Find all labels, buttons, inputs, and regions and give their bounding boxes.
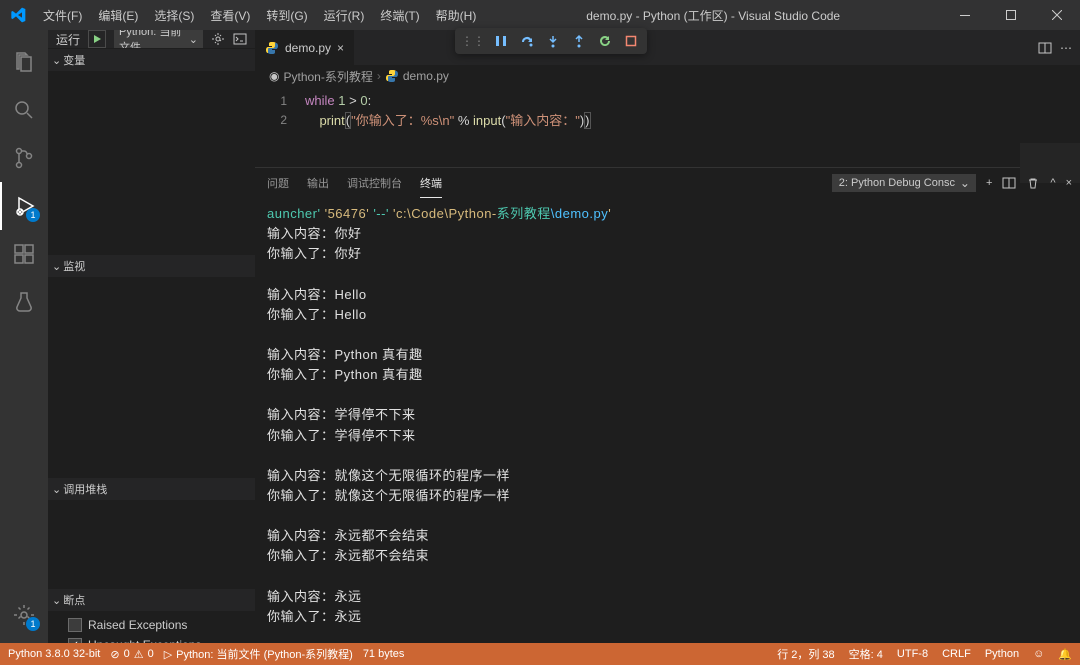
editor-tabs: demo.py × ⋯ [255,30,1080,65]
vscode-logo [0,0,35,30]
stop-button[interactable] [619,29,643,53]
pause-button[interactable] [489,29,513,53]
eol[interactable]: CRLF [942,646,971,662]
file-size[interactable]: 71 bytes [363,648,405,660]
extensions-icon[interactable] [0,230,48,278]
kill-terminal-icon[interactable] [1026,176,1040,190]
problems[interactable]: ⊘ 0 ⚠ 0 [110,648,153,661]
breakpoint-label: Raised Exceptions [88,618,187,632]
tab-close-icon[interactable]: × [337,41,344,55]
breakpoint-row[interactable]: Raised Exceptions [48,615,255,635]
callstack-section[interactable]: ⌄调用堆栈 [48,478,255,500]
editor-tab[interactable]: demo.py × [255,30,354,65]
menu-item[interactable]: 查看(V) [202,0,258,30]
debug-toolbar[interactable]: ⋮⋮ [455,28,647,54]
menu-item[interactable]: 运行(R) [316,0,373,30]
feedback-icon[interactable]: ☺ [1033,646,1044,662]
watch-section[interactable]: ⌄监视 [48,255,255,277]
window-controls [942,0,1080,30]
editor-area: demo.py × ⋯ ◉ Python-系列教程 › demo.py 1whi… [255,30,1080,643]
gear-icon[interactable] [211,32,225,46]
debug-console-icon[interactable] [233,32,247,46]
badge: 1 [26,617,40,631]
new-terminal-icon[interactable]: + [986,177,992,189]
menu-item[interactable]: 文件(F) [35,0,90,30]
variables-section[interactable]: ⌄变量 [48,49,255,71]
python-file-icon [385,69,399,83]
explorer-icon[interactable] [0,38,48,86]
chevron-right-icon: › [377,69,381,83]
python-file-icon [265,41,279,55]
run-debug-icon[interactable]: 1 [0,182,48,230]
menu-item[interactable]: 帮助(H) [428,0,485,30]
debug-config[interactable]: ▷ Python: 当前文件 (Python-系列教程) [164,646,353,662]
terminal[interactable]: auncher' '56476' '--' 'c:\Code\Python-系列… [255,198,1080,643]
panel-tabs: 问题输出调试控制台终端 2: Python Debug Consc + ^ × [255,168,1080,198]
more-icon[interactable]: ⋯ [1060,41,1072,55]
menu-item[interactable]: 转到(G) [258,0,315,30]
breadcrumb[interactable]: ◉ Python-系列教程 › demo.py [255,65,1080,87]
titlebar: 文件(F)编辑(E)选择(S)查看(V)转到(G)运行(R)终端(T)帮助(H)… [0,0,1080,30]
breakpoint-row[interactable]: ✓Uncaught Exceptions [48,635,255,643]
run-label: 运行 [56,31,80,48]
source-control-icon[interactable] [0,134,48,182]
search-icon[interactable] [0,86,48,134]
indentation[interactable]: 空格: 4 [849,646,883,662]
badge: 1 [26,208,40,222]
menu-item[interactable]: 编辑(E) [90,0,146,30]
split-editor-icon[interactable] [1038,41,1052,55]
record-icon: ◉ [269,69,279,83]
start-debug-button[interactable] [88,30,106,48]
chevron-down-icon: ⌄ [52,260,61,273]
menu-item[interactable]: 终端(T) [372,0,427,30]
breakpoints-section[interactable]: ⌄断点 [48,589,255,611]
maximize-button[interactable] [988,0,1034,30]
panel-tab[interactable]: 终端 [420,169,442,198]
settings-gear-icon[interactable]: 1 [0,591,48,639]
chevron-down-icon: ⌄ [52,483,61,496]
step-into-button[interactable] [541,29,565,53]
step-over-button[interactable] [515,29,539,53]
panel: 问题输出调试控制台终端 2: Python Debug Consc + ^ × … [255,167,1080,643]
menu-bar: 文件(F)编辑(E)选择(S)查看(V)转到(G)运行(R)终端(T)帮助(H) [35,0,484,30]
encoding[interactable]: UTF-8 [897,646,928,662]
run-header: 运行 Python: 当前文件⌄ [48,30,255,48]
config-select[interactable]: Python: 当前文件⌄ [114,30,203,48]
activity-bar: 1 1 [0,30,48,643]
step-out-button[interactable] [567,29,591,53]
close-button[interactable] [1034,0,1080,30]
debug-sidebar: 运行 Python: 当前文件⌄ ⌄变量 ⌄监视 ⌄调用堆栈 ⌄断点 Raised… [48,30,255,643]
chevron-down-icon: ⌄ [52,54,61,67]
code-editor[interactable]: 1while 1 > 0: 2 print("你输入了：%s\n" % inpu… [255,87,1080,167]
drag-handle-icon[interactable]: ⋮⋮ [459,34,487,48]
tab-label: demo.py [285,41,331,55]
maximize-panel-icon[interactable]: ^ [1050,177,1055,189]
restart-button[interactable] [593,29,617,53]
panel-tab[interactable]: 问题 [267,169,289,197]
split-terminal-icon[interactable] [1002,176,1016,190]
status-bar: Python 3.8.0 32-bit ⊘ 0 ⚠ 0 ▷ Python: 当前… [0,643,1080,665]
checkbox[interactable] [68,618,82,632]
terminal-select[interactable]: 2: Python Debug Consc [832,174,976,192]
notifications-icon[interactable]: 🔔 [1058,646,1072,662]
chevron-down-icon: ⌄ [52,594,61,607]
panel-tab[interactable]: 调试控制台 [347,169,402,197]
test-icon[interactable] [0,278,48,326]
window-title: demo.py - Python (工作区) - Visual Studio C… [484,7,942,24]
cursor-position[interactable]: 行 2，列 38 [777,646,834,662]
close-panel-icon[interactable]: × [1066,177,1072,189]
language-mode[interactable]: Python [985,646,1019,662]
menu-item[interactable]: 选择(S) [146,0,202,30]
python-version[interactable]: Python 3.8.0 32-bit [8,648,100,660]
minimize-button[interactable] [942,0,988,30]
panel-tab[interactable]: 输出 [307,169,329,197]
